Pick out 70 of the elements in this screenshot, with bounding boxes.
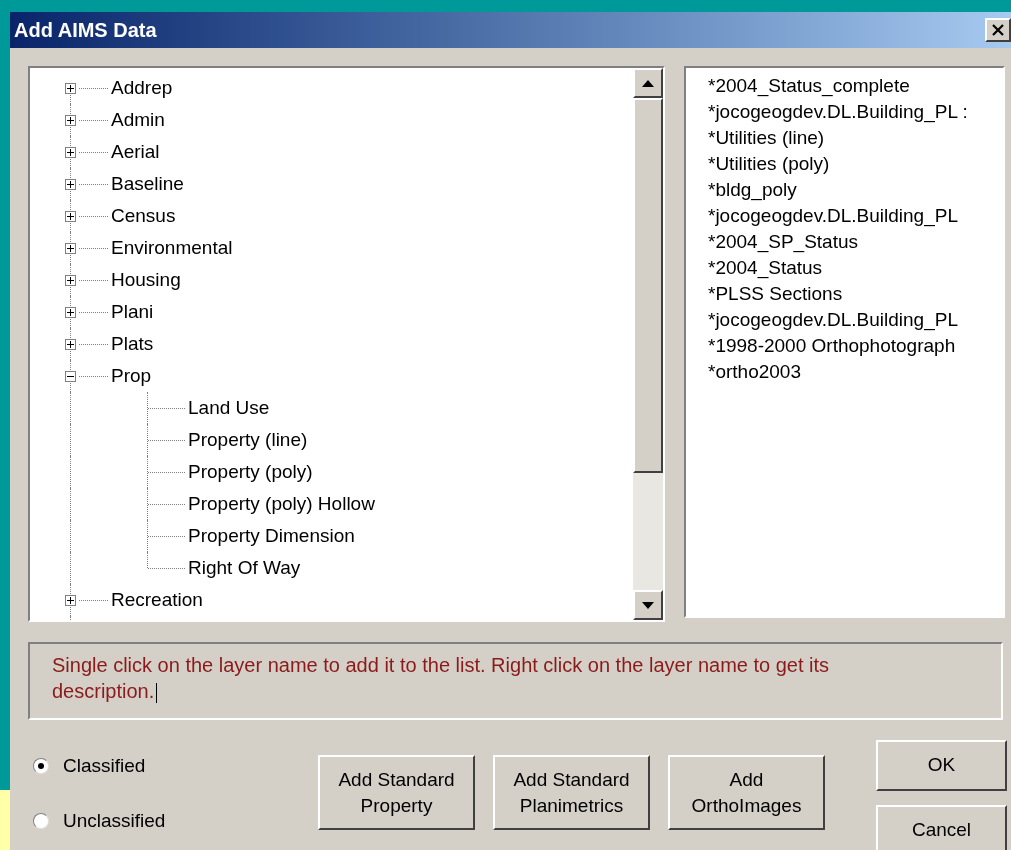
scrollbar[interactable] — [633, 68, 663, 620]
expand-toggle[interactable] — [65, 210, 76, 222]
plus-icon — [67, 308, 74, 316]
list-item[interactable]: *bldg_poly — [708, 177, 1003, 203]
tree-item[interactable]: Baseline — [111, 169, 184, 199]
plus-icon — [67, 276, 74, 284]
desktop-background — [0, 790, 10, 850]
tree-item[interactable]: Addrep — [111, 73, 173, 103]
close-button[interactable] — [985, 18, 1011, 42]
list-item[interactable]: *2004_SP_Status — [708, 229, 1003, 255]
tree-item[interactable]: Property (line) — [188, 425, 308, 455]
action-button[interactable]: Add Standard Property — [318, 755, 475, 830]
list-item[interactable]: *1998-2000 Orthophotograph — [708, 333, 1003, 359]
tree-item[interactable]: Right Of Way — [188, 553, 301, 583]
tree-item[interactable]: Housing — [111, 265, 181, 295]
scroll-up-button[interactable] — [633, 68, 663, 98]
expand-toggle[interactable] — [65, 242, 76, 254]
radio-label: Classified — [63, 754, 146, 778]
radio-button[interactable] — [33, 812, 49, 829]
plus-icon — [67, 340, 74, 348]
radio-button[interactable] — [33, 758, 49, 775]
cancel-button[interactable]: Cancel — [876, 805, 1007, 850]
expand-toggle[interactable] — [65, 82, 76, 94]
action-button[interactable]: Add OrthoImages — [668, 755, 825, 830]
down-arrow-icon — [642, 601, 654, 609]
list-item[interactable]: *2004_Status_complete — [708, 73, 1003, 99]
list-item[interactable]: *Utilities (poly) — [708, 151, 1003, 177]
list-item[interactable]: *jocogeogdev.DL.Building_PL — [708, 307, 1003, 333]
tree-item[interactable]: Property Dimension — [188, 521, 355, 551]
scroll-thumb[interactable] — [633, 98, 663, 473]
list-item[interactable]: *Utilities (line) — [708, 125, 1003, 151]
plus-icon — [67, 244, 74, 252]
list-item[interactable]: *PLSS Sections — [708, 281, 1003, 307]
radio-label: Unclassified — [63, 808, 166, 833]
plus-icon — [67, 212, 74, 220]
tree-item[interactable]: Census — [111, 201, 176, 231]
expand-toggle[interactable] — [65, 306, 76, 318]
list-item[interactable]: *jocogeogdev.DL.Building_PL : — [708, 99, 1003, 125]
tree-item[interactable]: Recreation — [111, 585, 203, 615]
tree-item[interactable]: Plats — [111, 329, 154, 359]
tree-item[interactable]: Land Use — [188, 393, 270, 423]
expand-toggle[interactable] — [65, 594, 76, 606]
list-item[interactable]: *jocogeogdev.DL.Building_PL — [708, 203, 1003, 229]
plus-icon — [67, 116, 74, 124]
up-arrow-icon — [642, 79, 654, 87]
list-item[interactable]: *2004_Status — [708, 255, 1003, 281]
plus-icon — [67, 596, 74, 604]
expand-toggle[interactable] — [65, 146, 76, 158]
message-text: Single click on the layer name to add it to the list. Right click on the layer name to get its description. — [52, 653, 831, 704]
tree-item[interactable]: Prop — [111, 361, 152, 391]
list-item[interactable]: *ortho2003 — [708, 359, 1003, 385]
expand-toggle[interactable] — [65, 338, 76, 350]
expand-toggle[interactable] — [65, 178, 76, 190]
expand-toggle[interactable] — [65, 274, 76, 286]
window-title: Add AIMS Data — [14, 18, 157, 43]
close-icon — [992, 24, 1004, 36]
action-button[interactable]: Add Standard Planimetrics — [493, 755, 650, 830]
expand-toggle[interactable] — [65, 114, 76, 126]
tree-item[interactable]: Property (poly) — [188, 457, 313, 487]
plus-icon — [67, 180, 74, 188]
scroll-down-button[interactable] — [633, 590, 663, 620]
expand-toggle[interactable] — [65, 370, 76, 382]
ok-button[interactable]: OK — [876, 740, 1007, 791]
tree-item[interactable]: Property (poly) Hollow — [188, 489, 375, 519]
tree-item[interactable]: Plani — [111, 297, 154, 327]
tree-item[interactable]: Aerial — [111, 137, 160, 167]
plus-icon — [67, 84, 74, 92]
tree-item[interactable]: Environmental — [111, 233, 233, 263]
plus-icon — [67, 148, 74, 156]
tree-item[interactable]: Admin — [111, 105, 165, 135]
